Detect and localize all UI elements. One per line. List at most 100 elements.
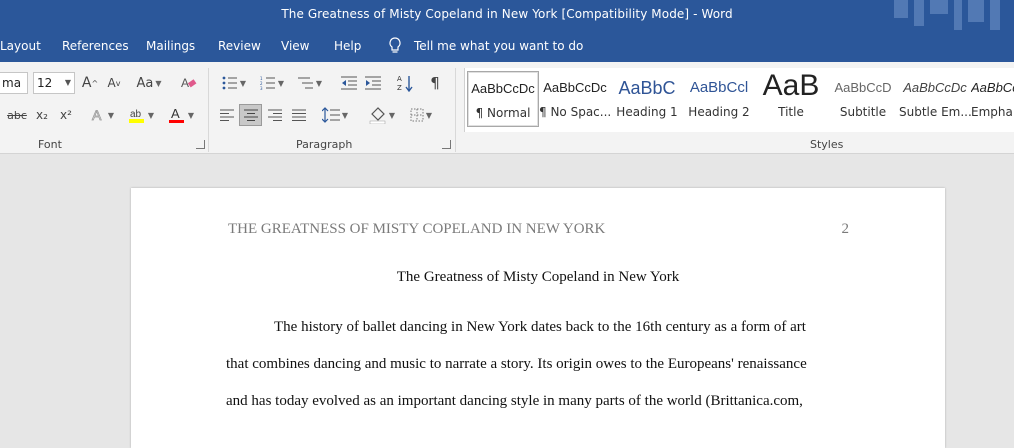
style-name: Subtitle bbox=[839, 105, 887, 119]
style-name: Heading 2 bbox=[688, 105, 750, 119]
align-center-icon bbox=[243, 109, 258, 121]
body-line: and has today evolved as an important da… bbox=[226, 393, 803, 409]
style-preview: AaBbC bbox=[618, 78, 676, 98]
sort-button[interactable]: AZ bbox=[394, 72, 416, 94]
style-name: Subtle Em... bbox=[899, 105, 971, 119]
ribbon-tab-bar: Layout References Mailings Review View H… bbox=[0, 30, 1014, 62]
justify-icon bbox=[292, 109, 306, 121]
style-preview: AaBbCcl bbox=[689, 79, 749, 96]
font-name-combo[interactable]: ma bbox=[0, 72, 28, 94]
line-spacing-icon bbox=[321, 107, 340, 123]
strikethrough-icon: abc bbox=[7, 108, 27, 122]
font-name-value: ma bbox=[2, 76, 22, 90]
tab-review[interactable]: Review bbox=[218, 39, 261, 53]
multilevel-list-button[interactable]: ▼ bbox=[294, 72, 326, 94]
styles-group-label: Styles bbox=[810, 138, 844, 151]
pilcrow-icon: ¶ bbox=[430, 74, 440, 92]
style-name: ¶ No Spac... bbox=[539, 105, 611, 119]
clear-formatting-button[interactable]: A bbox=[178, 72, 200, 94]
svg-text:A: A bbox=[397, 75, 402, 83]
shrink-font-icon: A bbox=[107, 76, 116, 90]
text-effects-button[interactable]: A ▼ bbox=[86, 104, 118, 126]
font-color-icon: A bbox=[168, 106, 184, 123]
style-preview: AaBbCcD bbox=[834, 80, 892, 95]
align-right-button[interactable] bbox=[264, 104, 286, 126]
font-size-combo[interactable]: 12 ▼ bbox=[33, 72, 75, 94]
shrink-font-button[interactable]: Av bbox=[104, 72, 124, 94]
tab-layout[interactable]: Layout bbox=[0, 39, 41, 53]
tab-help[interactable]: Help bbox=[334, 39, 361, 53]
bullet-list-icon bbox=[222, 76, 237, 90]
change-case-button[interactable]: Aa ▼ bbox=[134, 72, 164, 94]
paragraph-dialog-launcher[interactable] bbox=[442, 140, 451, 149]
tell-me-search[interactable]: Tell me what you want to do bbox=[414, 39, 583, 53]
shading-button[interactable]: ▼ bbox=[364, 104, 400, 126]
style-emphasis[interactable]: AaBbCc Empha bbox=[971, 71, 1014, 127]
chevron-down-icon: ▼ bbox=[64, 78, 71, 87]
style-title[interactable]: AaB Title bbox=[755, 71, 827, 127]
style-preview: AaBbCcDc bbox=[543, 80, 607, 95]
svg-text:3: 3 bbox=[260, 86, 263, 90]
styles-gallery: AaBbCcDc ¶ Normal AaBbCcDc ¶ No Spac... … bbox=[464, 68, 1014, 132]
title-bar-decoration bbox=[894, 0, 1000, 30]
subscript-icon: x₂ bbox=[36, 108, 48, 122]
subscript-button[interactable]: x₂ bbox=[32, 104, 52, 126]
borders-button[interactable]: ▼ bbox=[404, 104, 438, 126]
group-separator bbox=[455, 68, 456, 152]
style-name: ¶ Normal bbox=[475, 106, 531, 120]
body-line: The history of ballet dancing in New Yor… bbox=[274, 319, 806, 335]
document-page[interactable]: THE GREATNESS OF MISTY COPELAND IN NEW Y… bbox=[131, 188, 945, 448]
paragraph-group-label: Paragraph bbox=[296, 138, 353, 151]
ribbon: ma 12 ▼ A ^ Av Aa ▼ A abc x₂ x² A ▼ ab ▼ A ▼ … bbox=[0, 62, 1014, 154]
superscript-button[interactable]: x² bbox=[56, 104, 76, 126]
borders-icon bbox=[410, 108, 424, 122]
text-highlight-button[interactable]: ab ▼ bbox=[124, 104, 158, 126]
show-formatting-button[interactable]: ¶ bbox=[424, 72, 446, 94]
group-separator bbox=[208, 68, 209, 152]
tab-mailings[interactable]: Mailings bbox=[146, 39, 195, 53]
style-preview: AaBbCc bbox=[971, 80, 1014, 95]
running-head: THE GREATNESS OF MISTY COPELAND IN NEW Y… bbox=[228, 221, 606, 237]
style-heading-2[interactable]: AaBbCcl Heading 2 bbox=[683, 71, 755, 127]
font-size-value: 12 bbox=[37, 76, 53, 90]
style-subtle-emphasis[interactable]: AaBbCcDc Subtle Em... bbox=[899, 71, 971, 127]
font-group-label: Font bbox=[38, 138, 62, 151]
sort-icon: AZ bbox=[397, 75, 413, 92]
numbering-button[interactable]: 1 2 3 ▼ bbox=[256, 72, 288, 94]
tab-view[interactable]: View bbox=[281, 39, 309, 53]
decrease-indent-button[interactable] bbox=[338, 72, 360, 94]
grow-font-button[interactable]: A ^ bbox=[80, 72, 100, 94]
style-preview: AaB bbox=[762, 71, 820, 102]
svg-text:ab: ab bbox=[130, 109, 142, 120]
style-subtitle[interactable]: AaBbCcD Subtitle bbox=[827, 71, 899, 127]
lightbulb-icon[interactable] bbox=[388, 37, 402, 57]
font-color-button[interactable]: A ▼ bbox=[164, 104, 198, 126]
increase-indent-button[interactable] bbox=[362, 72, 384, 94]
title-bar: The Greatness of Misty Copeland in New Y… bbox=[0, 0, 1014, 30]
highlighter-icon: ab bbox=[128, 109, 144, 123]
svg-text:Z: Z bbox=[397, 84, 402, 92]
window-title: The Greatness of Misty Copeland in New Y… bbox=[281, 7, 733, 21]
style-name: Empha bbox=[971, 105, 1013, 119]
paint-bucket-icon bbox=[369, 107, 386, 124]
svg-text:A: A bbox=[171, 106, 180, 121]
font-dialog-launcher[interactable] bbox=[196, 140, 205, 149]
body-line: that combines dancing and music to narra… bbox=[226, 356, 807, 372]
bullets-button[interactable]: ▼ bbox=[218, 72, 250, 94]
style-normal[interactable]: AaBbCcDc ¶ Normal bbox=[467, 71, 539, 127]
line-spacing-button[interactable]: ▼ bbox=[318, 104, 352, 126]
align-left-button[interactable] bbox=[216, 104, 238, 126]
numbered-list-icon: 123 bbox=[260, 76, 275, 90]
style-no-spacing[interactable]: AaBbCcDc ¶ No Spac... bbox=[539, 71, 611, 127]
align-center-button[interactable] bbox=[239, 104, 262, 126]
multilevel-list-icon bbox=[297, 77, 313, 89]
tab-references[interactable]: References bbox=[62, 39, 129, 53]
document-area: THE GREATNESS OF MISTY COPELAND IN NEW Y… bbox=[0, 155, 1014, 448]
svg-text:A: A bbox=[92, 107, 102, 123]
page-number: 2 bbox=[841, 221, 850, 237]
strikethrough-button[interactable]: abc bbox=[6, 104, 28, 126]
justify-button[interactable] bbox=[288, 104, 310, 126]
increase-indent-icon bbox=[365, 76, 381, 90]
change-case-icon: Aa bbox=[136, 75, 154, 91]
style-heading-1[interactable]: AaBbC Heading 1 bbox=[611, 71, 683, 127]
